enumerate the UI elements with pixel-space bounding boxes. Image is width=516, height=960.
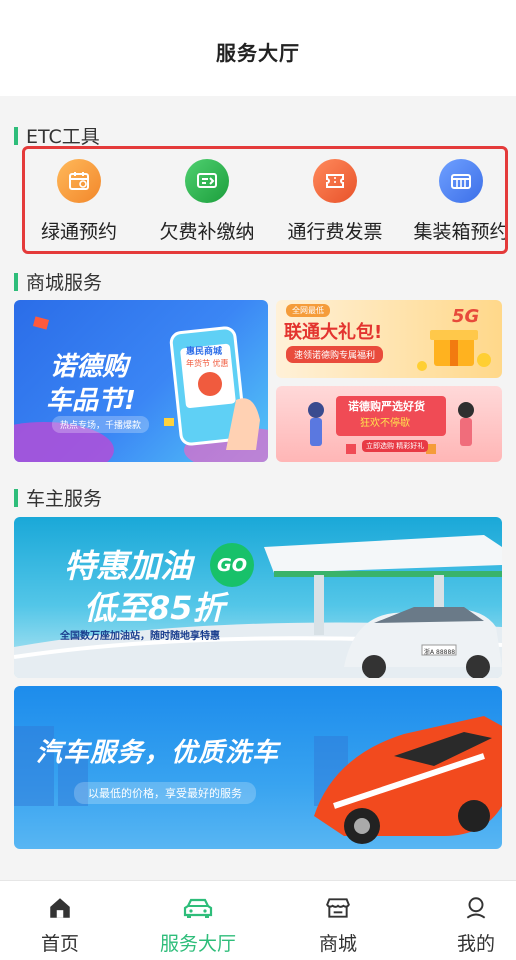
app-header: 服务大厅 <box>0 0 516 96</box>
mall-main-phone-title: 惠民商城 <box>186 347 223 357</box>
tab-home[interactable]: 首页 <box>0 895 120 956</box>
section-title-owner-label: 车主服务 <box>26 488 103 510</box>
home-icon <box>50 898 70 918</box>
etc-tool-green-pass[interactable]: 绿通预约 <box>25 159 149 244</box>
tab-label: 商城 <box>318 933 357 955</box>
etc-tool-label: 欠费补缴纳 <box>159 221 255 243</box>
etc-tool-container-booking[interactable]: 集装箱预约 <box>391 159 508 244</box>
section-title-mall: 商城服务 <box>14 268 102 295</box>
payment-icon <box>185 159 229 203</box>
mall-banner-gift[interactable]: 5G 全网最低 联通大礼包! 速领诺德购专属福利 <box>276 300 502 378</box>
etc-tool-toll-invoice[interactable]: 通行费发票 <box>265 159 405 244</box>
section-accent-bar <box>14 126 18 145</box>
gift-badge-5g: 5G <box>452 306 480 327</box>
etc-tool-arrears-payment[interactable]: 欠费补缴纳 <box>137 159 277 244</box>
container-icon <box>439 159 483 203</box>
gift-tag: 全网最低 <box>286 304 330 317</box>
store-icon <box>326 898 350 918</box>
ticket-icon <box>313 159 357 203</box>
car-icon <box>183 898 213 918</box>
fuel-title-line1: 特惠加油 <box>64 547 193 585</box>
fuel-title-line2: 低至85折 <box>84 589 225 627</box>
mall-banner-select[interactable]: 诺德购严选好货 狂欢不停歇 立即选购 精彩好礼 <box>276 386 502 462</box>
wash-title: 汽车服务，优质洗车 <box>36 738 280 768</box>
gift-title: 联通大礼包! <box>284 322 383 343</box>
section-title-owner: 车主服务 <box>14 484 102 511</box>
mall-main-title-line1: 诺德购 <box>50 352 129 382</box>
fuel-subtitle: 全国数万座加油站，随时随地享特惠 <box>60 631 220 642</box>
fuel-discount-banner[interactable]: 特惠加油 GO 低至85折 全国数万座加油站，随时随地享特惠 浙A 88888 <box>14 517 502 678</box>
user-icon <box>466 897 486 919</box>
car-wash-banner[interactable]: 汽车服务，优质洗车 以最低的价格，享受最好的服务 <box>14 686 502 849</box>
tab-label: 服务大厅 <box>159 933 236 955</box>
fuel-go-badge: GO <box>210 543 254 587</box>
mall-main-subtitle: 热点专场，千播爆款 <box>52 416 150 433</box>
bottom-tab-bar: 首页 服务大厅 商城 我的 <box>0 880 516 960</box>
calendar-icon <box>57 159 101 203</box>
etc-tool-label: 通行费发票 <box>287 221 383 243</box>
car-plate: 浙A 88888 <box>424 649 456 656</box>
tab-mall[interactable]: 商城 <box>278 895 398 956</box>
etc-tool-label: 集装箱预约 <box>413 221 508 243</box>
tab-mine[interactable]: 我的 <box>416 895 516 956</box>
mall-main-title-line2: 车品节! <box>46 386 136 416</box>
page-title: 服务大厅 <box>216 40 300 65</box>
select-title-line1: 诺德购严选好货 <box>348 400 425 413</box>
select-cta: 立即选购 精彩好礼 <box>362 440 429 452</box>
etc-tool-label: 绿通预约 <box>40 221 117 243</box>
section-accent-bar <box>14 272 18 291</box>
select-title-line2: 狂欢不停歇 <box>360 418 410 429</box>
tab-label: 首页 <box>40 933 79 955</box>
gift-subtitle: 速领诺德购专属福利 <box>286 346 384 363</box>
wash-subtitle: 以最低的价格，享受最好的服务 <box>74 782 256 804</box>
section-accent-bar <box>14 488 18 507</box>
mall-main-phone-subtitle: 年货节 优惠 <box>186 359 229 368</box>
section-title-etc: ETC工具 <box>14 122 100 149</box>
etc-tools-panel: 绿通预约 欠费补缴纳 通行费发票 集装箱预约 <box>22 146 508 254</box>
section-title-etc-label: ETC工具 <box>26 126 100 148</box>
tab-label: 我的 <box>456 933 495 955</box>
mall-banner-main[interactable]: 诺德购 车品节! 热点专场，千播爆款 惠民商城 年货节 优惠 <box>14 300 268 462</box>
tab-service-hall[interactable]: 服务大厅 <box>138 895 258 956</box>
section-title-mall-label: 商城服务 <box>26 272 103 294</box>
